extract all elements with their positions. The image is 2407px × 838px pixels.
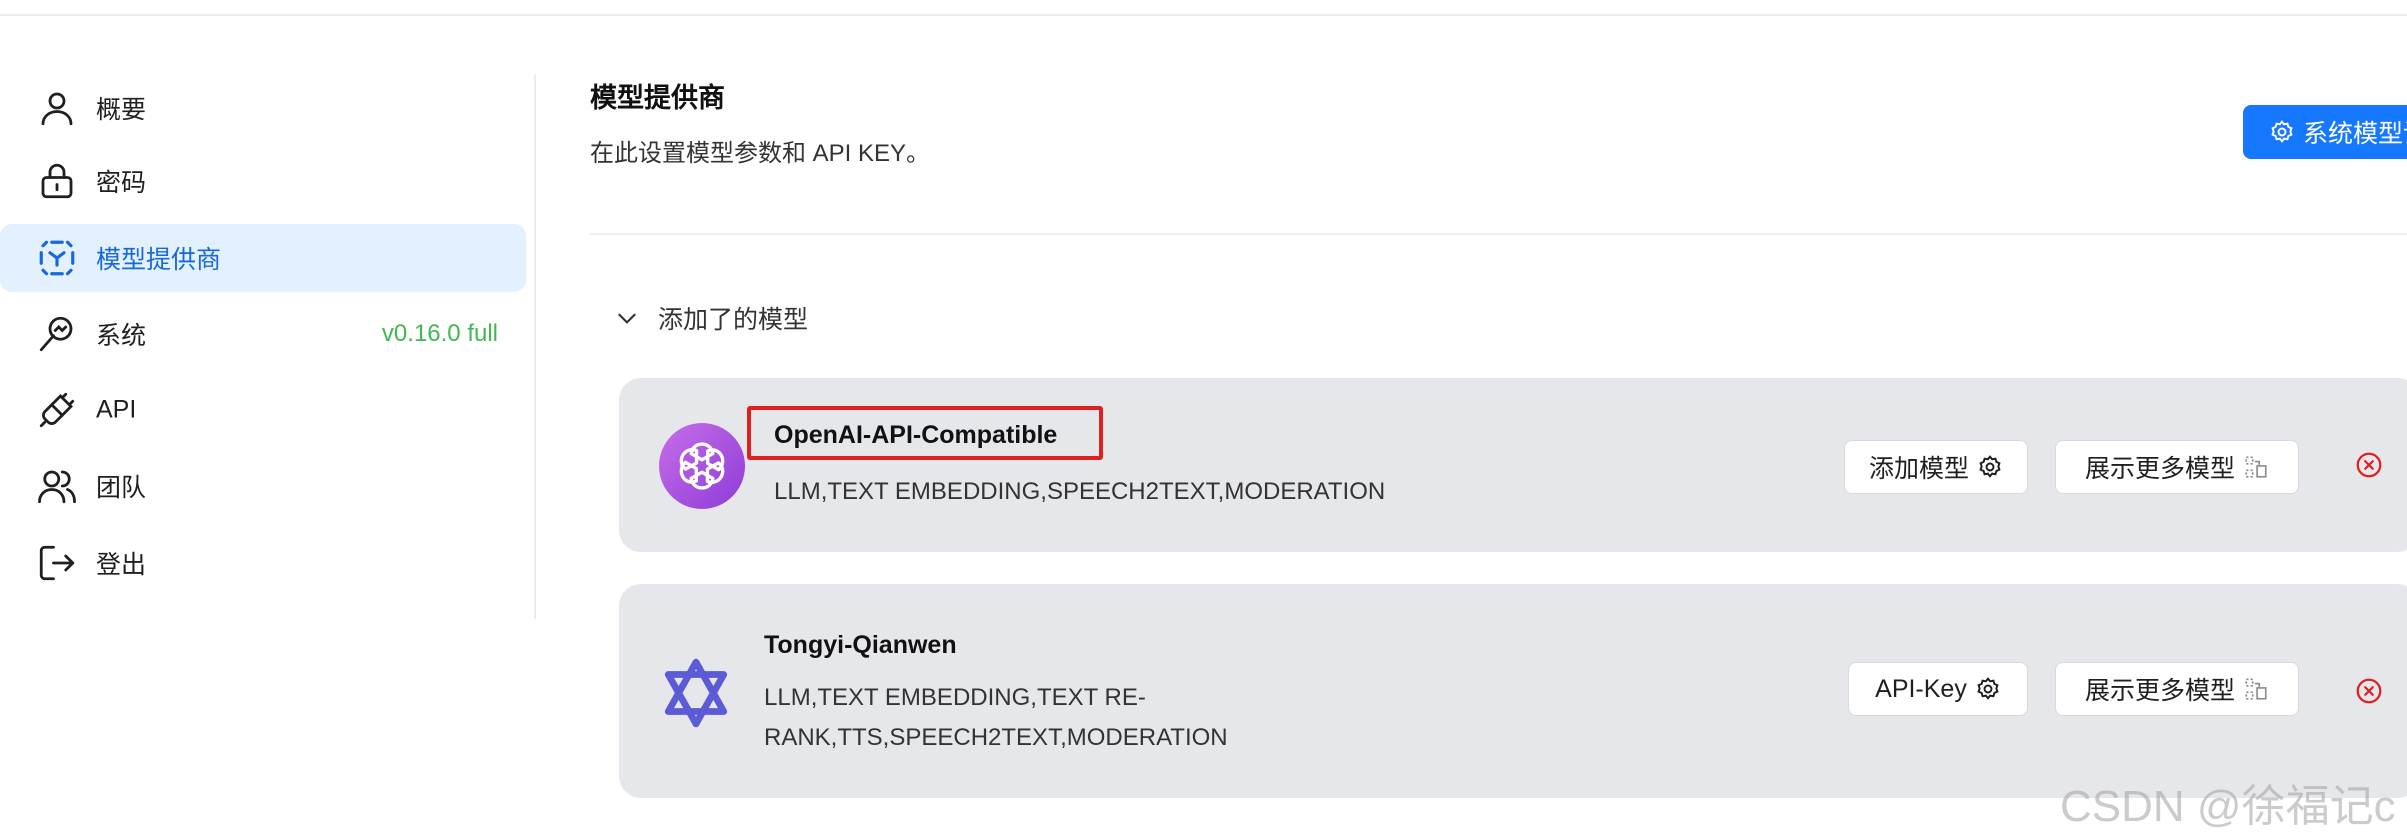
page-subtitle: 在此设置模型参数和 API KEY。 [590, 140, 931, 167]
add-model-label: 添加模型 [1868, 455, 1969, 483]
remove-provider-icon[interactable] [2354, 450, 2384, 480]
show-more-label: 展示更多模型 [2084, 677, 2235, 705]
sidebar-item-model-provider[interactable]: 模型提供商 [0, 224, 526, 292]
gear-icon [2271, 120, 2293, 143]
remove-provider-icon[interactable] [2354, 676, 2384, 706]
sidebar-item-api[interactable]: API [0, 376, 526, 444]
chevron-down-icon [618, 313, 636, 324]
provider-card-tongyi-qianwen: Tongyi-Qianwen LLM,TEXT EMBEDDING,TEXT R… [619, 584, 2407, 798]
provider-card-openai-compatible: OpenAI-API-Compatible LLM,TEXT EMBEDDING… [619, 378, 2407, 552]
sidebar-item-label: 概要 [96, 96, 147, 124]
api-key-button[interactable]: API-Key [1848, 662, 2028, 716]
sidebar-item-password[interactable]: 密码 [0, 147, 526, 215]
lock-icon [34, 158, 80, 204]
plug-icon [34, 387, 80, 433]
sidebar-item-system[interactable]: 系统 v0.16.0 full [0, 300, 526, 368]
system-model-settings-button[interactable]: 系统模型设置 [2243, 105, 2407, 159]
show-more-models-button[interactable]: 展示更多模型 [2055, 662, 2299, 716]
add-model-button[interactable]: 添加模型 [1844, 440, 2028, 494]
sidebar-item-label: 模型提供商 [96, 246, 222, 274]
section-label: 添加了的模型 [658, 306, 809, 334]
sidebar-item-overview[interactable]: 概要 [0, 74, 526, 142]
gear-icon [1979, 455, 2001, 478]
expand-models-icon [2245, 456, 2267, 478]
sidebar-item-label: 密码 [96, 169, 147, 197]
sidebar-item-label: 登出 [96, 551, 147, 579]
watermark: CSDN @徐福记c [2060, 782, 2396, 831]
system-icon [34, 311, 80, 357]
team-icon [34, 463, 80, 509]
show-more-models-button[interactable]: 展示更多模型 [2055, 440, 2299, 494]
sidebar-item-label: 系统 [96, 322, 147, 350]
sidebar: 概要 密码 模型提供商 系统 v0.16.0 full API 团队 登出 [0, 74, 536, 619]
sidebar-item-label: API [96, 395, 137, 424]
openai-logo-icon [659, 423, 745, 509]
provider-model-types: LLM,TEXT EMBEDDING,SPEECH2TEXT,MODERATIO… [774, 478, 1386, 505]
tongyi-logo-icon [664, 658, 728, 728]
page-title: 模型提供商 [590, 83, 725, 113]
gear-icon [1977, 677, 1999, 700]
provider-types-line: RANK,TTS,SPEECH2TEXT,MODERATION [764, 724, 1228, 751]
added-models-toggle[interactable]: 添加了的模型 [614, 300, 808, 336]
sidebar-item-team[interactable]: 团队 [0, 452, 526, 520]
provider-name: Tongyi-Qianwen [764, 631, 957, 659]
user-icon [34, 85, 80, 131]
model-provider-icon [34, 235, 80, 281]
show-more-label: 展示更多模型 [2084, 455, 2235, 483]
expand-models-icon [2245, 678, 2267, 700]
version-badge: v0.16.0 full [381, 320, 498, 347]
top-divider [0, 14, 2407, 16]
sidebar-item-label: 团队 [96, 474, 147, 502]
api-key-label: API-Key [1875, 674, 1967, 703]
provider-model-types: LLM,TEXT EMBEDDING,TEXT RE- RANK,TTS,SPE… [764, 678, 1228, 758]
logout-icon [34, 540, 80, 586]
sidebar-item-logout[interactable]: 登出 [0, 529, 526, 597]
provider-name: OpenAI-API-Compatible [774, 421, 1058, 449]
provider-types-line: LLM,TEXT EMBEDDING,TEXT RE- [764, 684, 1146, 711]
header-divider [590, 233, 2407, 235]
system-button-label: 系统模型设置 [2303, 120, 2407, 148]
